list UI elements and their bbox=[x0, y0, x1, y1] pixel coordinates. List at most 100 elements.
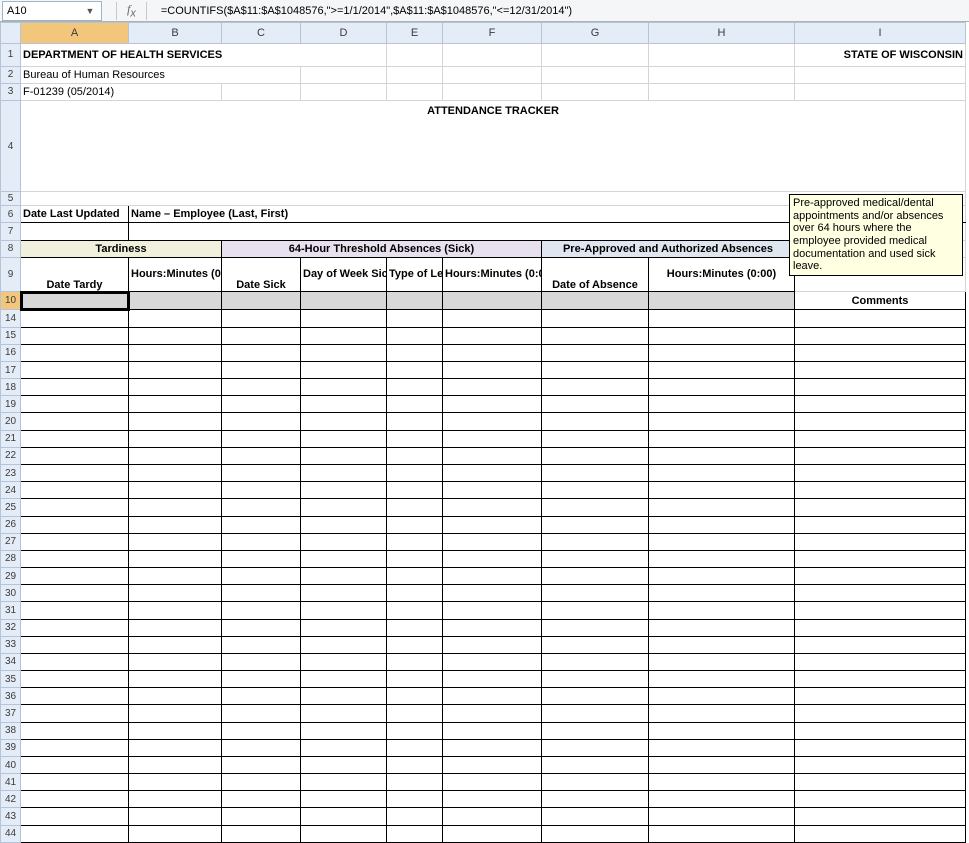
cell[interactable] bbox=[21, 653, 129, 670]
col-header-B[interactable]: B bbox=[129, 23, 222, 44]
cell[interactable] bbox=[795, 602, 966, 619]
col-header-G[interactable]: G bbox=[542, 23, 649, 44]
row-header[interactable]: 19 bbox=[1, 396, 21, 413]
cell[interactable] bbox=[649, 568, 795, 585]
cell[interactable] bbox=[443, 482, 542, 499]
cell[interactable] bbox=[443, 550, 542, 567]
cell[interactable] bbox=[387, 791, 443, 808]
cell[interactable] bbox=[129, 430, 222, 447]
cell[interactable] bbox=[301, 83, 387, 100]
cell[interactable] bbox=[795, 516, 966, 533]
row-header[interactable]: 15 bbox=[1, 327, 21, 344]
cell[interactable] bbox=[542, 602, 649, 619]
cell[interactable] bbox=[443, 396, 542, 413]
row-header[interactable]: 7 bbox=[1, 223, 21, 240]
row-header[interactable]: 24 bbox=[1, 482, 21, 499]
cell[interactable] bbox=[21, 722, 129, 739]
row-header[interactable]: 10 bbox=[1, 292, 21, 310]
cell[interactable] bbox=[129, 344, 222, 361]
cell[interactable] bbox=[542, 482, 649, 499]
cell[interactable] bbox=[301, 310, 387, 327]
cell[interactable] bbox=[129, 585, 222, 602]
cell[interactable] bbox=[795, 533, 966, 550]
cell[interactable] bbox=[387, 533, 443, 550]
cell[interactable] bbox=[387, 739, 443, 756]
cell[interactable] bbox=[387, 653, 443, 670]
cell[interactable] bbox=[301, 825, 387, 842]
section-sick[interactable]: 64-Hour Threshold Absences (Sick) bbox=[222, 240, 542, 257]
cell[interactable] bbox=[222, 310, 301, 327]
cell[interactable] bbox=[443, 447, 542, 464]
row-header[interactable]: 14 bbox=[1, 310, 21, 327]
row-header[interactable]: 9 bbox=[1, 257, 21, 291]
cell[interactable] bbox=[129, 602, 222, 619]
row-header[interactable]: 30 bbox=[1, 585, 21, 602]
row-header[interactable]: 26 bbox=[1, 516, 21, 533]
row-header[interactable]: 34 bbox=[1, 653, 21, 670]
cell[interactable] bbox=[795, 361, 966, 378]
cell[interactable] bbox=[222, 722, 301, 739]
cell[interactable] bbox=[21, 825, 129, 842]
cell[interactable] bbox=[21, 223, 129, 240]
row-header[interactable]: 44 bbox=[1, 825, 21, 842]
cell[interactable] bbox=[301, 774, 387, 791]
cell[interactable] bbox=[129, 516, 222, 533]
cell[interactable] bbox=[222, 379, 301, 396]
cell[interactable] bbox=[222, 292, 301, 310]
cell[interactable] bbox=[301, 344, 387, 361]
cell[interactable] bbox=[129, 499, 222, 516]
cell[interactable] bbox=[129, 825, 222, 842]
cell[interactable] bbox=[21, 756, 129, 773]
cell[interactable] bbox=[387, 379, 443, 396]
cell[interactable] bbox=[222, 619, 301, 636]
cell[interactable] bbox=[222, 430, 301, 447]
cell[interactable] bbox=[301, 327, 387, 344]
cell[interactable] bbox=[387, 808, 443, 825]
cell[interactable] bbox=[301, 379, 387, 396]
subhdr-date-sick[interactable]: Date Sick bbox=[222, 257, 301, 291]
cell[interactable] bbox=[542, 774, 649, 791]
cell[interactable] bbox=[387, 430, 443, 447]
cell[interactable] bbox=[129, 292, 222, 310]
cell[interactable] bbox=[387, 361, 443, 378]
cell[interactable] bbox=[222, 83, 301, 100]
row-header[interactable]: 8 bbox=[1, 240, 21, 257]
cell[interactable] bbox=[129, 808, 222, 825]
cell[interactable] bbox=[387, 825, 443, 842]
cell[interactable] bbox=[21, 361, 129, 378]
cell[interactable] bbox=[649, 774, 795, 791]
cell[interactable] bbox=[301, 791, 387, 808]
cell[interactable] bbox=[795, 66, 966, 83]
cell[interactable] bbox=[542, 43, 649, 66]
cell[interactable] bbox=[649, 619, 795, 636]
cell[interactable] bbox=[795, 791, 966, 808]
cell[interactable] bbox=[21, 705, 129, 722]
cell[interactable] bbox=[301, 550, 387, 567]
subhdr-comments[interactable]: Comments bbox=[795, 292, 966, 310]
cell[interactable] bbox=[542, 327, 649, 344]
cell[interactable] bbox=[542, 447, 649, 464]
row-header[interactable]: 22 bbox=[1, 447, 21, 464]
cell[interactable] bbox=[649, 688, 795, 705]
cell[interactable] bbox=[443, 413, 542, 430]
cell[interactable] bbox=[222, 808, 301, 825]
row-header[interactable]: 36 bbox=[1, 688, 21, 705]
cell[interactable] bbox=[129, 636, 222, 653]
cell[interactable] bbox=[129, 379, 222, 396]
cell[interactable] bbox=[795, 83, 966, 100]
cell[interactable] bbox=[21, 482, 129, 499]
cell[interactable] bbox=[795, 619, 966, 636]
cell[interactable] bbox=[21, 465, 129, 482]
cell[interactable] bbox=[542, 344, 649, 361]
cell[interactable] bbox=[795, 396, 966, 413]
cell[interactable] bbox=[129, 447, 222, 464]
cell[interactable] bbox=[222, 550, 301, 567]
cell[interactable] bbox=[649, 430, 795, 447]
cell[interactable] bbox=[129, 756, 222, 773]
cell[interactable] bbox=[222, 482, 301, 499]
cell[interactable] bbox=[387, 568, 443, 585]
cell[interactable] bbox=[21, 310, 129, 327]
cell[interactable] bbox=[443, 774, 542, 791]
cell[interactable] bbox=[443, 83, 542, 100]
cell[interactable] bbox=[301, 516, 387, 533]
